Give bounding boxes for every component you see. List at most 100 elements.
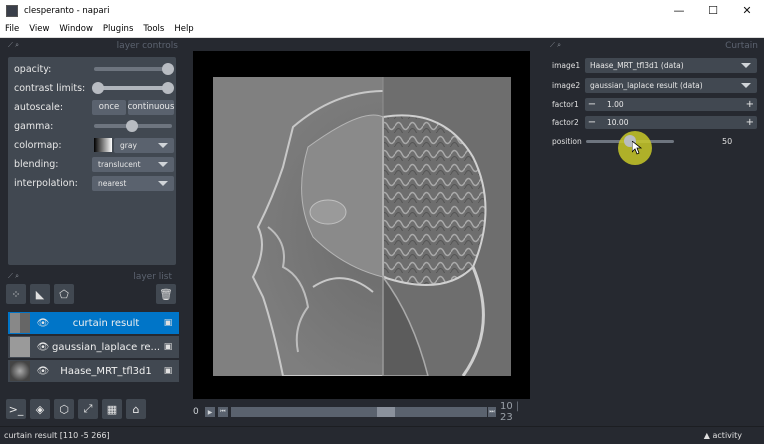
curtain-header: ⟋ ⌕ Curtain — [548, 38, 760, 53]
play-button[interactable]: ▶ — [205, 407, 215, 417]
image2-select[interactable]: gaussian_laplace result (data) — [585, 77, 757, 93]
menu-bar: File View Window Plugins Tools Help — [0, 21, 764, 38]
layer-thumbnail — [10, 337, 30, 357]
activity-button[interactable]: ▲ activity — [704, 431, 742, 440]
dock-grip-icon[interactable]: ⟋ ⌕ — [8, 41, 19, 50]
opacity-row: opacity: — [14, 60, 174, 78]
step-forward-button[interactable]: ⏭ — [488, 407, 496, 417]
minimize-button[interactable]: — — [662, 0, 696, 21]
image1-row: image1 Haase_MRT_tfl3d1 (data) — [548, 57, 760, 73]
chevron-down-icon — [741, 62, 751, 68]
contrast-limits-slider[interactable] — [92, 82, 174, 94]
dims-current-label: 10 — [500, 401, 513, 412]
delete-layer-button[interactable]: 🗑 — [156, 284, 176, 304]
layer-item-haase-mrt[interactable]: 👁 Haase_MRT_tfl3d1 ▣ — [8, 360, 179, 382]
menu-plugins[interactable]: Plugins — [98, 24, 138, 34]
colormap-preview — [94, 138, 112, 152]
layer-item-curtain-result[interactable]: 👁 curtain result ▣ — [8, 312, 179, 334]
image2-label: image2 — [552, 80, 581, 90]
contrast-low-handle[interactable] — [92, 82, 104, 94]
layer-controls-header: ⟋ ⌕ layer controls — [4, 38, 182, 53]
decrement-button[interactable]: − — [585, 99, 599, 110]
window-titlebar: clesperanto - napari — ☐ ✕ — [0, 0, 764, 21]
colormap-select[interactable]: gray — [114, 138, 174, 153]
interpolation-row: interpolation: nearest — [14, 174, 174, 192]
position-label: position — [552, 137, 582, 146]
menu-view[interactable]: View — [24, 24, 54, 34]
roll-dims-button[interactable]: ⬡ — [54, 399, 74, 419]
image1-label: image1 — [552, 60, 581, 70]
dims-total-label: 23 — [500, 412, 513, 423]
layer-item-gaussian-laplace[interactable]: 👁 gaussian_laplace re... ▣ — [8, 336, 179, 358]
new-labels-button[interactable]: ⬠ — [54, 284, 74, 304]
layer-controls-panel: opacity: contrast limits: autoscale: onc… — [8, 57, 176, 265]
menu-tools[interactable]: Tools — [138, 24, 169, 34]
grid-view-button[interactable]: ▦ — [102, 399, 122, 419]
interpolation-select[interactable]: nearest — [92, 176, 174, 191]
blending-select[interactable]: translucent — [92, 157, 174, 172]
layer-thumbnail — [10, 361, 30, 381]
contrast-limits-label: contrast limits: — [14, 82, 86, 94]
activity-label: activity — [712, 431, 743, 440]
dims-slider-track[interactable] — [231, 407, 487, 417]
layer-name[interactable]: Haase_MRT_tfl3d1 — [52, 366, 160, 377]
menu-window[interactable]: Window — [54, 24, 98, 34]
dims-slider-row: 0 ▶ ⏮ ⏭ 10 | 23 — [193, 401, 533, 423]
factor2-label: factor2 — [552, 117, 579, 127]
factor1-spinbox[interactable]: − 1.00 + — [585, 97, 757, 111]
factor1-row: factor1 − 1.00 + — [548, 96, 760, 112]
roll-icon: ⬡ — [59, 402, 69, 416]
autoscale-row: autoscale: once continuous — [14, 98, 174, 116]
chevron-down-icon — [158, 181, 168, 186]
dock-grip-icon[interactable]: ⟋ ⌕ — [8, 272, 19, 281]
opacity-slider-handle[interactable] — [162, 63, 174, 75]
trash-icon: 🗑 — [159, 287, 173, 301]
console-button[interactable]: >_ — [6, 399, 26, 419]
new-shapes-button[interactable]: ◣ — [30, 284, 50, 304]
layer-name[interactable]: curtain result — [52, 318, 160, 329]
image-layer-icon: ▣ — [163, 342, 173, 352]
mri-curtain-image — [213, 77, 511, 376]
left-dock: ⟋ ⌕ layer controls opacity: contrast lim… — [4, 38, 182, 426]
gamma-slider-handle[interactable] — [126, 120, 138, 132]
menu-help[interactable]: Help — [169, 24, 198, 34]
layer-list-title: layer list — [133, 271, 172, 282]
step-back-button[interactable]: ⏮ — [218, 407, 228, 417]
blending-value: translucent — [98, 160, 141, 169]
dock-grip-icon[interactable]: ⟋ ⌕ — [550, 41, 561, 50]
autoscale-continuous-button[interactable]: continuous — [128, 99, 174, 115]
eye-icon[interactable]: 👁 — [34, 342, 52, 353]
ndisplay-button[interactable]: ◈ — [30, 399, 50, 419]
new-points-button[interactable]: ⁘ — [6, 284, 26, 304]
status-bar: curtain result [110 -5 266] ▲ activity — [0, 426, 764, 444]
home-icon: ⌂ — [132, 402, 140, 416]
transpose-dims-button[interactable]: ⤢ — [78, 399, 98, 419]
reset-view-button[interactable]: ⌂ — [126, 399, 146, 419]
factor2-spinbox[interactable]: − 10.00 + — [585, 115, 757, 129]
menu-file[interactable]: File — [0, 24, 24, 34]
image2-row: image2 gaussian_laplace result (data) — [548, 77, 760, 93]
close-button[interactable]: ✕ — [730, 0, 764, 21]
factor1-value[interactable]: 1.00 — [607, 100, 624, 109]
image2-value: gaussian_laplace result (data) — [590, 80, 703, 90]
factor2-value[interactable]: 10.00 — [607, 118, 628, 127]
eye-icon[interactable]: 👁 — [34, 318, 52, 329]
factor1-label: factor1 — [552, 99, 579, 109]
curtain-title: Curtain — [725, 40, 758, 51]
contrast-high-handle[interactable] — [162, 82, 174, 94]
image-canvas[interactable] — [193, 51, 530, 399]
maximize-button[interactable]: ☐ — [696, 0, 730, 21]
increment-button[interactable]: + — [746, 117, 754, 128]
new-points-icon: ⁘ — [11, 287, 21, 301]
layer-name[interactable]: gaussian_laplace re... — [52, 342, 160, 353]
autoscale-once-button[interactable]: once — [92, 99, 126, 115]
dims-slider-handle[interactable] — [377, 407, 395, 417]
eye-icon[interactable]: 👁 — [34, 366, 52, 377]
step-icon: ⏭ — [489, 408, 495, 415]
image-layer-icon: ▣ — [163, 318, 173, 328]
gamma-slider[interactable] — [94, 120, 172, 132]
image1-select[interactable]: Haase_MRT_tfl3d1 (data) — [585, 57, 757, 73]
decrement-button[interactable]: − — [585, 117, 599, 128]
opacity-slider[interactable] — [94, 63, 174, 75]
increment-button[interactable]: + — [746, 99, 754, 110]
